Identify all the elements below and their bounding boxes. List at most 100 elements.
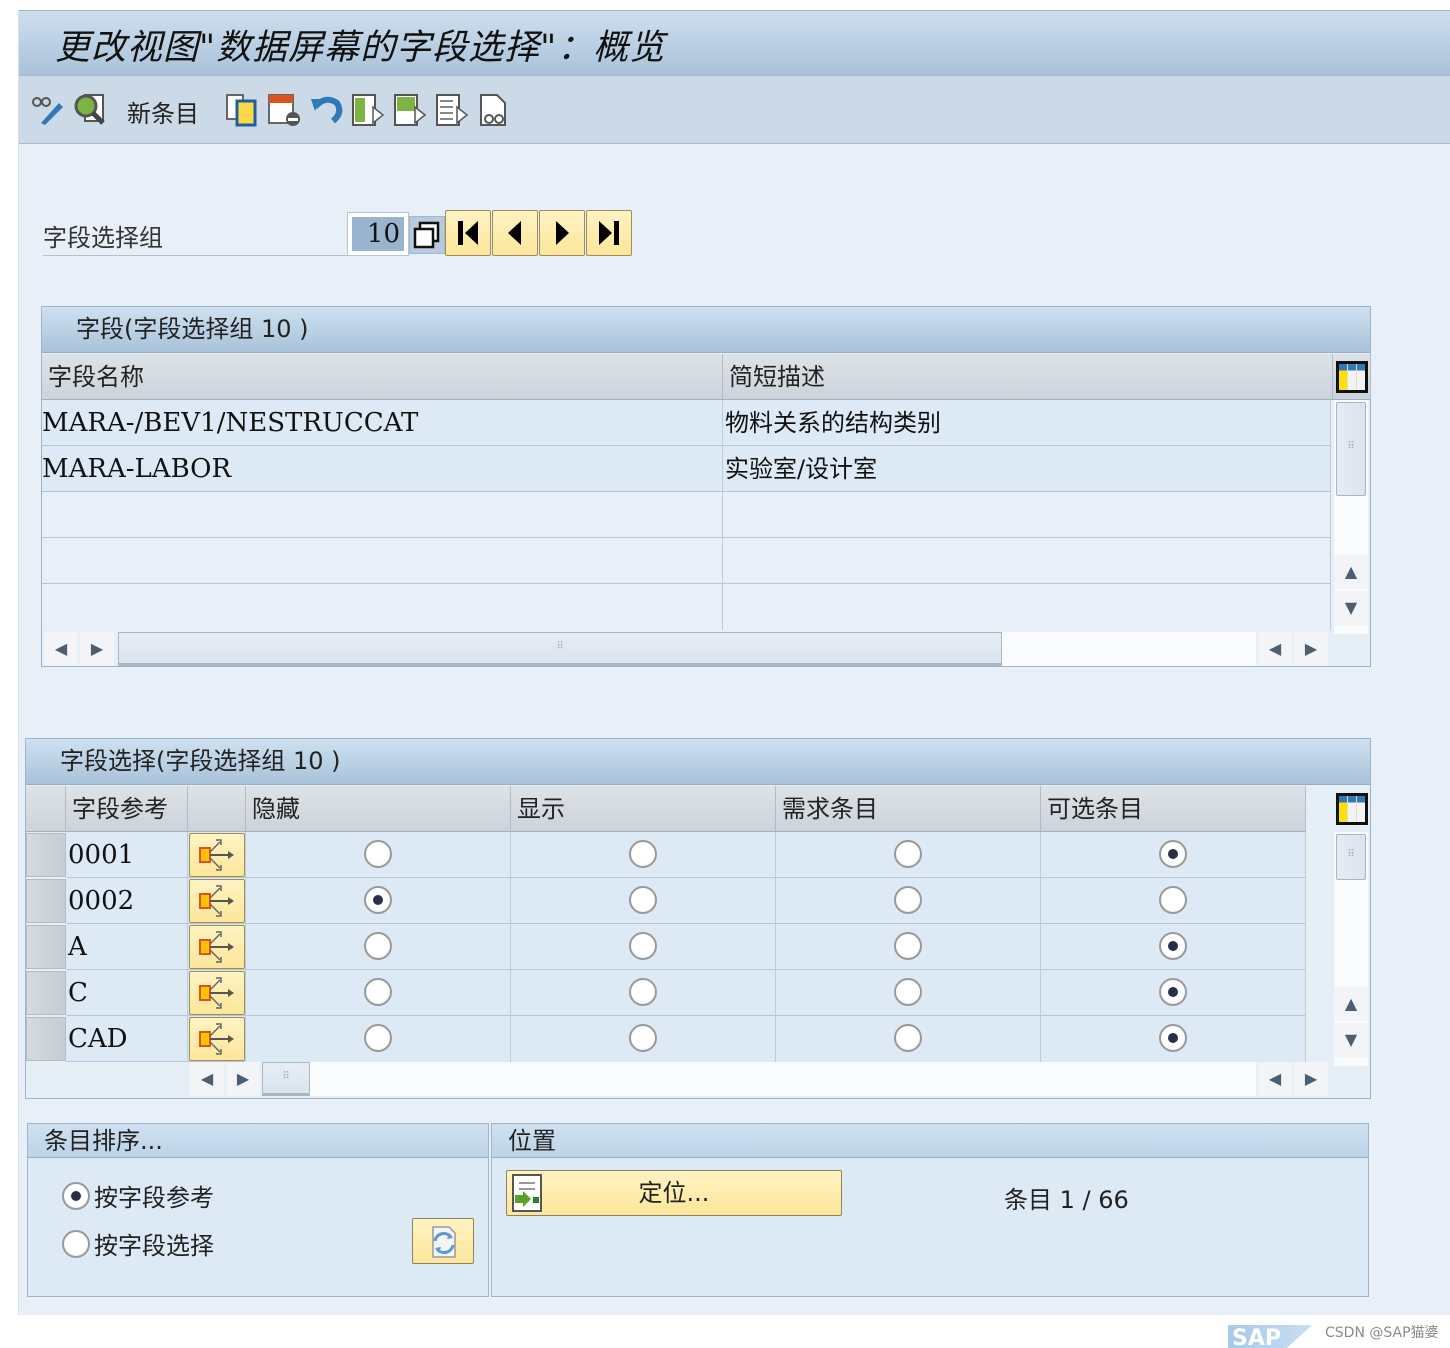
column-header-required-entry[interactable]: 需求条目	[776, 786, 1041, 832]
scroll-left-button[interactable]: ◀	[44, 632, 78, 666]
scroll-right-button[interactable]: ▶	[1294, 632, 1328, 666]
horizontal-scrollbar[interactable]	[262, 1062, 1256, 1096]
next-page-button[interactable]	[539, 210, 585, 256]
row-selector[interactable]	[26, 879, 66, 923]
column-header-short-description[interactable]: 简短描述	[723, 354, 1333, 400]
row-selector[interactable]	[26, 971, 66, 1015]
field-detail-button[interactable]	[189, 1017, 245, 1061]
table-row-description: 实验室/设计室	[723, 446, 1331, 492]
search-details-icon[interactable]	[73, 93, 107, 127]
position-button[interactable]: 定位...	[506, 1170, 842, 1216]
option-radio-required[interactable]	[894, 978, 922, 1006]
table-row-description	[723, 538, 1331, 584]
table-settings-icon[interactable]	[1336, 361, 1368, 393]
column-header-field-name[interactable]: 字段名称	[42, 354, 723, 400]
radio-cell	[246, 878, 511, 924]
horizontal-scroll-thumb[interactable]	[262, 1062, 310, 1096]
table-row-field-name[interactable]: MARA-/BEV1/NESTRUCCAT	[42, 400, 723, 446]
table-row-field-name[interactable]	[42, 584, 723, 630]
select-block-icon[interactable]	[393, 93, 427, 127]
row-selector[interactable]	[26, 925, 66, 969]
title-bar: 更改视图"数据屏幕的字段选择"：概览	[19, 10, 1450, 76]
copy-as-icon[interactable]	[225, 93, 259, 127]
row-selector[interactable]	[26, 1017, 66, 1061]
table-row-field-name[interactable]	[42, 538, 723, 584]
field-reference-cell: 0001	[66, 832, 188, 878]
option-radio-display[interactable]	[629, 932, 657, 960]
scroll-down-button[interactable]: ▼	[1334, 591, 1368, 625]
scroll-left-button[interactable]: ◀	[1258, 632, 1292, 666]
undo-icon[interactable]	[309, 93, 343, 127]
table-row-field-name[interactable]: MARA-LABOR	[42, 446, 723, 492]
radio-cell	[246, 1016, 511, 1062]
deselect-all-icon[interactable]	[435, 93, 469, 127]
display-change-icon[interactable]	[31, 93, 65, 127]
option-radio-required[interactable]	[894, 840, 922, 868]
option-radio-hide[interactable]	[364, 840, 392, 868]
option-radio-hide[interactable]	[364, 886, 392, 914]
sort-by-field-selection-radio[interactable]	[62, 1230, 90, 1258]
field-detail-button[interactable]	[189, 971, 245, 1015]
table-row-field-name[interactable]	[42, 492, 723, 538]
field-selection-group-input[interactable]: 10	[347, 212, 409, 256]
field-selection-group-value[interactable]: 10	[352, 217, 404, 251]
option-radio-optional[interactable]	[1159, 840, 1187, 868]
scroll-up-button[interactable]: ▲	[1334, 987, 1368, 1021]
row-selector[interactable]	[26, 833, 66, 877]
scroll-left-button[interactable]: ◀	[190, 1062, 224, 1096]
option-radio-optional[interactable]	[1159, 932, 1187, 960]
sort-by-field-selection-label: 按字段选择	[94, 1232, 214, 1260]
select-all-rows-header[interactable]	[26, 786, 66, 832]
option-radio-required[interactable]	[894, 1024, 922, 1052]
first-page-button[interactable]	[445, 210, 491, 256]
option-radio-display[interactable]	[629, 840, 657, 868]
sap-window: 更改视图"数据屏幕的字段选择"：概览 新条目 字段选择组 10 字段(字段选择组…	[18, 10, 1450, 1315]
column-header-optional-entry[interactable]: 可选条目	[1041, 786, 1306, 832]
position-title: 位置	[492, 1124, 1368, 1158]
column-header-hide[interactable]: 隐藏	[246, 786, 511, 832]
scroll-down-button[interactable]: ▼	[1334, 1023, 1368, 1057]
first-page-icon	[458, 221, 478, 245]
option-radio-hide[interactable]	[364, 932, 392, 960]
field-detail-button[interactable]	[189, 879, 245, 923]
field-reference-cell: C	[66, 970, 188, 1016]
option-radio-hide[interactable]	[364, 1024, 392, 1052]
column-header-field-reference[interactable]: 字段参考	[66, 786, 188, 832]
scroll-right-button[interactable]: ▶	[80, 632, 114, 666]
vertical-scroll-thumb[interactable]	[1336, 402, 1366, 496]
refresh-sort-button[interactable]	[412, 1218, 474, 1264]
option-radio-display[interactable]	[629, 1024, 657, 1052]
radio-cell	[511, 832, 776, 878]
scroll-up-button[interactable]: ▲	[1334, 555, 1368, 589]
last-page-button[interactable]	[586, 210, 632, 256]
option-radio-optional[interactable]	[1159, 1024, 1187, 1052]
scroll-right-button[interactable]: ▶	[226, 1062, 260, 1096]
copy-value-button[interactable]	[409, 216, 445, 254]
option-radio-optional[interactable]	[1159, 886, 1187, 914]
page-title: 更改视图"数据屏幕的字段选择"：概览	[55, 28, 666, 68]
radio-cell	[776, 970, 1041, 1016]
option-radio-hide[interactable]	[364, 978, 392, 1006]
previous-page-button[interactable]	[492, 210, 538, 256]
select-all-icon[interactable]	[351, 93, 385, 127]
column-header-display[interactable]: 显示	[511, 786, 776, 832]
vertical-scrollbar[interactable]: ▲ ▼	[1334, 832, 1368, 1066]
field-detail-button[interactable]	[189, 833, 245, 877]
option-radio-required[interactable]	[894, 886, 922, 914]
vertical-scrollbar[interactable]: ▲ ▼	[1334, 400, 1368, 634]
scroll-right-button[interactable]: ▶	[1294, 1062, 1328, 1096]
sort-by-field-reference-radio[interactable]	[62, 1182, 90, 1210]
print-preview-icon[interactable]	[477, 93, 511, 127]
option-radio-display[interactable]	[629, 978, 657, 1006]
option-radio-required[interactable]	[894, 932, 922, 960]
option-radio-optional[interactable]	[1159, 978, 1187, 1006]
option-radio-display[interactable]	[629, 886, 657, 914]
horizontal-scrollbar[interactable]	[118, 632, 1256, 666]
scroll-left-button[interactable]: ◀	[1258, 1062, 1292, 1096]
horizontal-scroll-thumb[interactable]	[118, 632, 1002, 666]
delete-icon[interactable]	[267, 93, 301, 127]
new-entries-button[interactable]: 新条目	[127, 94, 199, 129]
table-settings-icon[interactable]	[1336, 793, 1368, 825]
vertical-scroll-thumb[interactable]	[1336, 834, 1366, 880]
field-detail-button[interactable]	[189, 925, 245, 969]
